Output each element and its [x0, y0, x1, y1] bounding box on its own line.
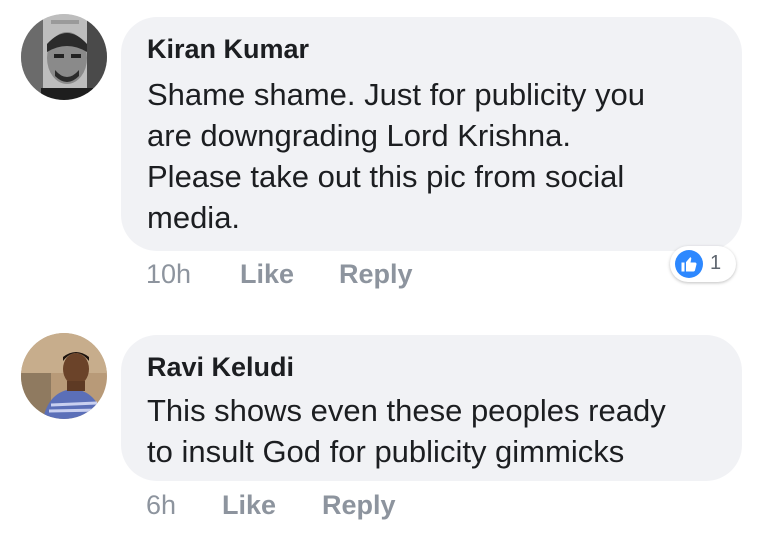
avatar[interactable]	[21, 333, 107, 419]
reply-button[interactable]: Reply	[339, 259, 413, 290]
reply-button[interactable]: Reply	[322, 490, 396, 521]
comment-timestamp[interactable]: 10h	[146, 259, 191, 290]
comment-text-line: This shows even these peoples ready	[147, 393, 666, 428]
like-button[interactable]: Like	[240, 259, 294, 290]
comment-text-line: Please take out this pic from social	[147, 159, 625, 194]
profile-photo-kiran	[21, 14, 107, 100]
profile-photo-ravi	[21, 333, 107, 419]
reaction-summary[interactable]: 1	[670, 246, 736, 282]
comment-text-line: to insult God for publicity gimmicks	[147, 434, 625, 469]
comment-text-line: media.	[147, 200, 241, 235]
comment-timestamp[interactable]: 6h	[146, 490, 176, 521]
comment-author[interactable]: Ravi Keludi	[147, 352, 294, 383]
thumbs-up-icon	[675, 250, 703, 278]
comment-author[interactable]: Kiran Kumar	[147, 34, 309, 65]
reaction-count: 1	[710, 252, 722, 274]
like-button[interactable]: Like	[222, 490, 276, 521]
comment-bubble: Ravi Keludi This shows even these people…	[121, 335, 742, 481]
comment-text-line: are downgrading Lord Krishna.	[147, 118, 571, 153]
comment-bubble: Kiran Kumar Shame shame. Just for public…	[121, 17, 742, 251]
avatar[interactable]	[21, 14, 107, 100]
comment-text-line: Shame shame. Just for publicity you	[147, 77, 645, 112]
